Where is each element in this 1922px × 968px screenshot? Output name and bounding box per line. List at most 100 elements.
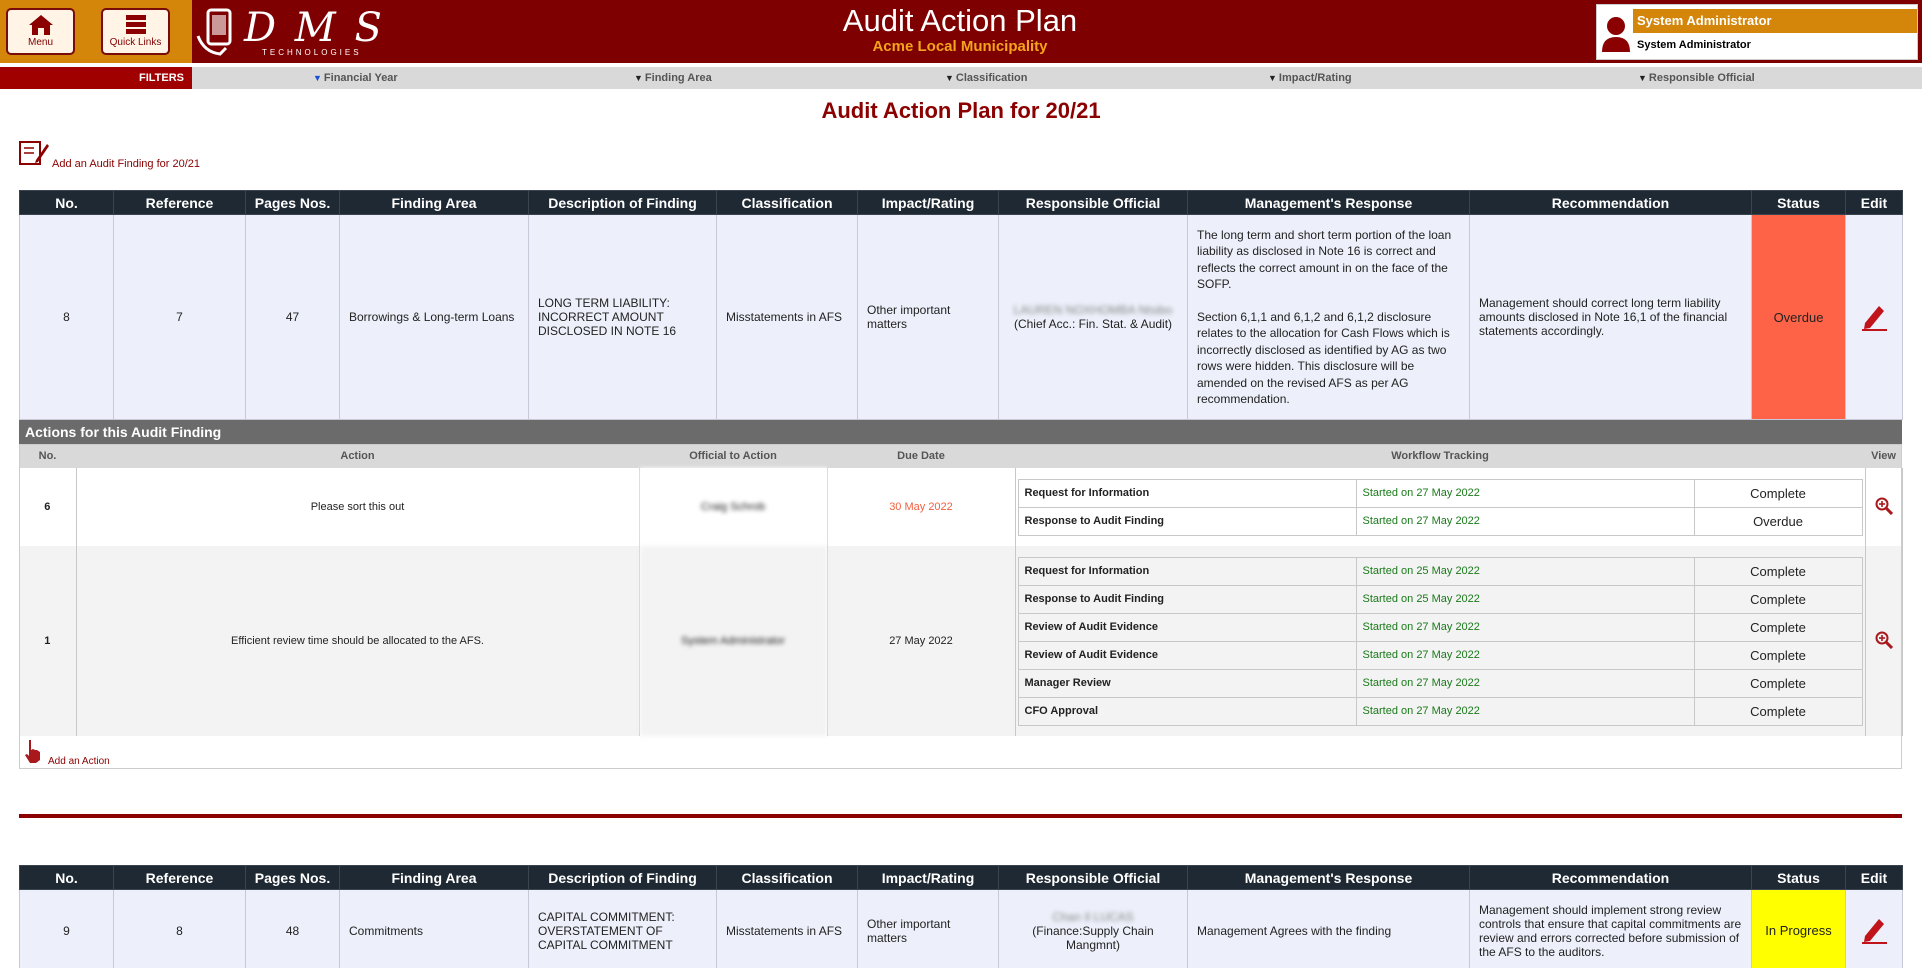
col-header: Classification [716,865,858,890]
app-header: Menu Quick Links D M S TECHNOLOGIES Audi… [0,0,1922,63]
finding-row: 8 7 47 Borrowings & Long-term Loans LONG… [19,214,1903,420]
col-header: Responsible Official [998,865,1188,890]
action-no: 1 [19,546,77,736]
caret-down-icon: ▼ [634,73,643,83]
user-box[interactable]: System Administrator System Administrato… [1596,4,1918,60]
action-row: 1 Efficient review time should be alloca… [19,546,1903,736]
col-header: View [1865,444,1902,468]
col-header: Responsible Official [998,190,1188,215]
action-row: 6 Please sort this out Craig Schrob 30 M… [19,468,1903,546]
add-audit-finding-link[interactable]: Add an Audit Finding for 20/21 [18,138,200,171]
finding-no: 9 [19,889,114,968]
col-header: Impact/Rating [857,865,999,890]
filters-bar: FILTERS ▼ Financial Year ▼ Finding Area ▼ C… [0,67,1922,89]
official-name: Chan Il LUCAS [1052,909,1134,924]
finding-reference: 8 [113,889,246,968]
col-header: Action [76,444,639,468]
finding-responsible-official: LAUREN NOXHOMBA Ntsibo (Chief Acc.: Fin.… [998,214,1188,420]
caret-down-icon: ▼ [1638,73,1647,83]
finding-pages: 47 [245,214,340,420]
workflow-status: Complete [1693,640,1863,670]
action-due-date: 30 May 2022 [827,468,1016,546]
finding-pages: 48 [245,889,340,968]
stack-icon [125,15,146,34]
workflow-status: Complete [1693,584,1863,614]
finding-classification: Misstatements in AFS [716,889,858,968]
col-header: Finding Area [339,865,529,890]
col-header: Status [1751,190,1846,215]
filter-classification[interactable]: ▼ Classification [945,67,1027,89]
action-official: System Administrator [639,546,828,736]
workflow-status: Complete [1693,478,1863,508]
menu-button[interactable]: Menu [6,8,75,55]
finding-reference: 7 [113,214,246,420]
actions-header-row: No. Action Official to Action Due Date W… [19,444,1902,468]
filters-label: FILTERS [0,67,192,89]
col-header: Pages Nos. [245,865,340,890]
col-header: Management's Response [1187,190,1470,215]
page-title: Audit Action Plan for 20/21 [821,98,1101,123]
col-header: Recommendation [1469,190,1752,215]
col-header: Impact/Rating [857,190,999,215]
quick-links-button[interactable]: Quick Links [101,8,170,55]
col-header: Description of Finding [528,865,717,890]
status-badge: In Progress [1751,889,1846,968]
page: Menu Quick Links D M S TECHNOLOGIES Audi… [0,0,1922,968]
workflow-step: Request for Information Started on 27 Ma… [1017,478,1863,508]
response-paragraph: Section 6,1,1 and 6,1,2 and 6,1,2 disclo… [1197,309,1450,407]
col-header: Due Date [827,444,1015,468]
finding-table-1: No. Reference Pages Nos. Finding Area De… [19,190,1903,420]
menu-label: Menu [27,37,53,48]
finding-header-row: No. Reference Pages Nos. Finding Area De… [19,865,1903,890]
filter-financial-year[interactable]: ▼ Financial Year [313,67,398,89]
logo-subtext: TECHNOLOGIES [262,48,362,57]
col-header: No. [19,190,114,215]
response-paragraph: The long term and short term portion of … [1197,227,1452,292]
filter-finding-area[interactable]: ▼ Finding Area [634,67,712,89]
filter-impact-rating[interactable]: ▼ Impact/Rating [1268,67,1352,89]
finding-description: LONG TERM LIABILITY: INCORRECT AMOUNT DI… [528,214,717,420]
action-no: 6 [19,468,77,546]
workflow-table: Request for Information Started on 25 Ma… [1017,556,1863,726]
workflow-status: Complete [1693,668,1863,698]
col-header: Classification [716,190,858,215]
view-action-button[interactable] [1865,468,1903,546]
col-header: Management's Response [1187,865,1470,890]
app-title: Audit Action Plan [842,3,1078,38]
action-text: Efficient review time should be allocate… [76,546,640,736]
col-header: Recommendation [1469,865,1752,890]
view-action-button[interactable] [1865,546,1903,736]
finding-no: 8 [19,214,114,420]
actions-table: No. Action Official to Action Due Date W… [19,444,1903,736]
col-header: Description of Finding [528,190,717,215]
management-response: Management Agrees with the finding [1187,889,1470,968]
finding-impact: Other important matters [857,889,999,968]
caret-down-icon: ▼ [313,73,322,83]
header-button-area: Menu Quick Links [0,0,192,63]
action-due-date: 27 May 2022 [827,546,1016,736]
management-response: The long term and short term portion of … [1187,214,1470,420]
official-title: (Finance:Supply Chain Mangmnt) [1032,923,1154,952]
official-name: LAUREN NOXHOMBA Ntsibo [1013,303,1173,317]
actions-heading: Actions for this Audit Finding [19,420,1902,444]
workflow-table: Request for Information Started on 27 Ma… [1017,478,1863,536]
finding-header-row: No. Reference Pages Nos. Finding Area De… [19,190,1903,215]
col-header: Finding Area [339,190,529,215]
add-action-link[interactable]: Add an Action [22,738,110,767]
col-header: Edit [1845,865,1903,890]
add-audit-finding-label: Add an Audit Finding for 20/21 [52,158,200,170]
finding-description: CAPITAL COMMITMENT: OVERSTATEMENT OF CAP… [528,889,717,968]
home-icon [28,15,53,35]
col-header: Pages Nos. [245,190,340,215]
edit-finding-button[interactable] [1845,889,1903,968]
user-name: System Administrator [1637,39,1751,51]
finding-row: 9 8 48 Commitments CAPITAL COMMITMENT: O… [19,889,1903,968]
company-logo: D M S TECHNOLOGIES [196,6,386,58]
recommendation: Management should correct long term liab… [1469,214,1752,420]
pencil-icon [1862,919,1887,944]
finding-area: Commitments [339,889,529,968]
col-header: Reference [113,190,246,215]
edit-finding-button[interactable] [1845,214,1903,420]
workflow-step: Review of Audit Evidence Started on 27 M… [1017,612,1863,642]
filter-responsible-official[interactable]: ▼ Responsible Official [1638,67,1755,89]
